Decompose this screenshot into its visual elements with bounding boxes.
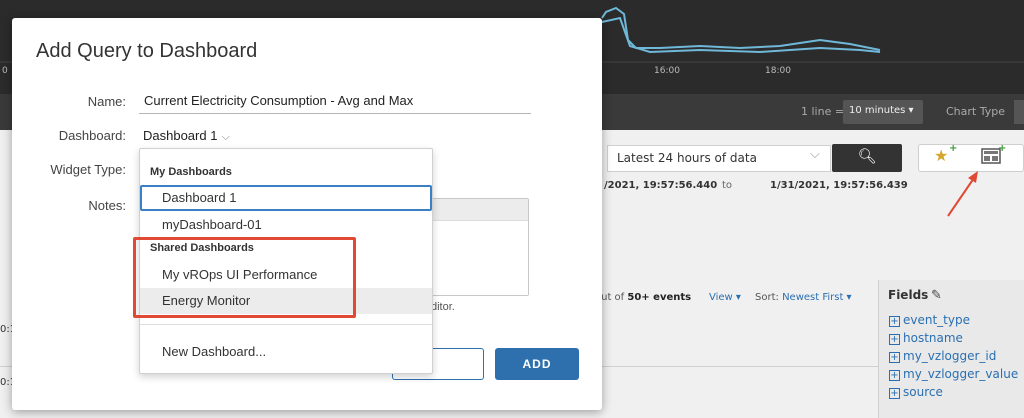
chevron-down-icon: ⌵ [810,147,820,162]
interval-select[interactable]: 10 minutes ▾ [843,100,923,124]
name-input[interactable] [139,88,531,114]
range-to: to [722,180,733,191]
chart-tick-label: 18:00 [765,66,791,76]
widget-type-label: Widget Type: [50,162,126,177]
chart-type-label: Chart Type [946,105,1005,118]
dashboard-select[interactable]: Dashboard 1 ⌵ [143,128,230,144]
chart-type-button[interactable] [1014,100,1024,124]
dropdown-item-mydashboard-01[interactable]: myDashboard-01 [140,212,432,238]
star-add-icon[interactable]: ★ [934,146,948,165]
pencil-icon[interactable]: ✎ [931,288,942,303]
chart-tick-label: 16:00 [654,66,680,76]
field-item[interactable]: + source [889,385,943,399]
annotation-arrow [947,171,978,217]
plus-icon: + [998,143,1007,154]
chart-tick-label: 0 [2,66,8,76]
name-label: Name: [87,94,126,109]
search-icon: 🔍︎ [857,147,877,165]
interval-label: 1 line = [801,105,845,118]
dashboard-label: Dashboard: [58,128,126,143]
plus-icon: + [889,388,900,399]
plus-icon: + [889,334,900,345]
field-item[interactable]: + my_vzlogger_id [889,349,996,363]
add-button[interactable]: ADD [495,348,579,380]
dropdown-item-new-dashboard[interactable]: New Dashboard... [140,339,432,365]
field-item[interactable]: + hostname [889,331,963,345]
field-item[interactable]: + event_type [889,313,970,327]
dropdown-divider [140,324,432,325]
time-range-select[interactable]: Latest 24 hours of data [607,145,831,172]
plus-icon: + [889,370,900,381]
range-start: /2021, 19:57:56.440 [604,180,718,191]
fields-title: Fields [888,288,929,302]
chevron-down-icon: ⌵ [221,131,230,143]
my-dashboards-header: My Dashboards [150,166,232,178]
plus-icon: + [889,352,900,363]
plus-icon: + [949,143,958,154]
results-count: out of 50+ events [595,292,692,303]
sort-menu[interactable]: Sort: Newest First ▾ [755,292,852,303]
notes-label: Notes: [88,198,126,213]
search-button[interactable]: 🔍︎ [832,144,902,172]
field-item[interactable]: + my_vzlogger_value [889,367,1018,381]
dropdown-item-dashboard-1[interactable]: Dashboard 1 [140,185,432,211]
plus-icon: + [889,316,900,327]
editor-hint: ditor. [431,301,455,313]
annotation-highlight-box [133,237,356,318]
dialog-title: Add Query to Dashboard [36,40,258,62]
view-menu[interactable]: View ▾ [709,292,741,303]
range-end: 1/31/2021, 19:57:56.439 [770,180,908,191]
